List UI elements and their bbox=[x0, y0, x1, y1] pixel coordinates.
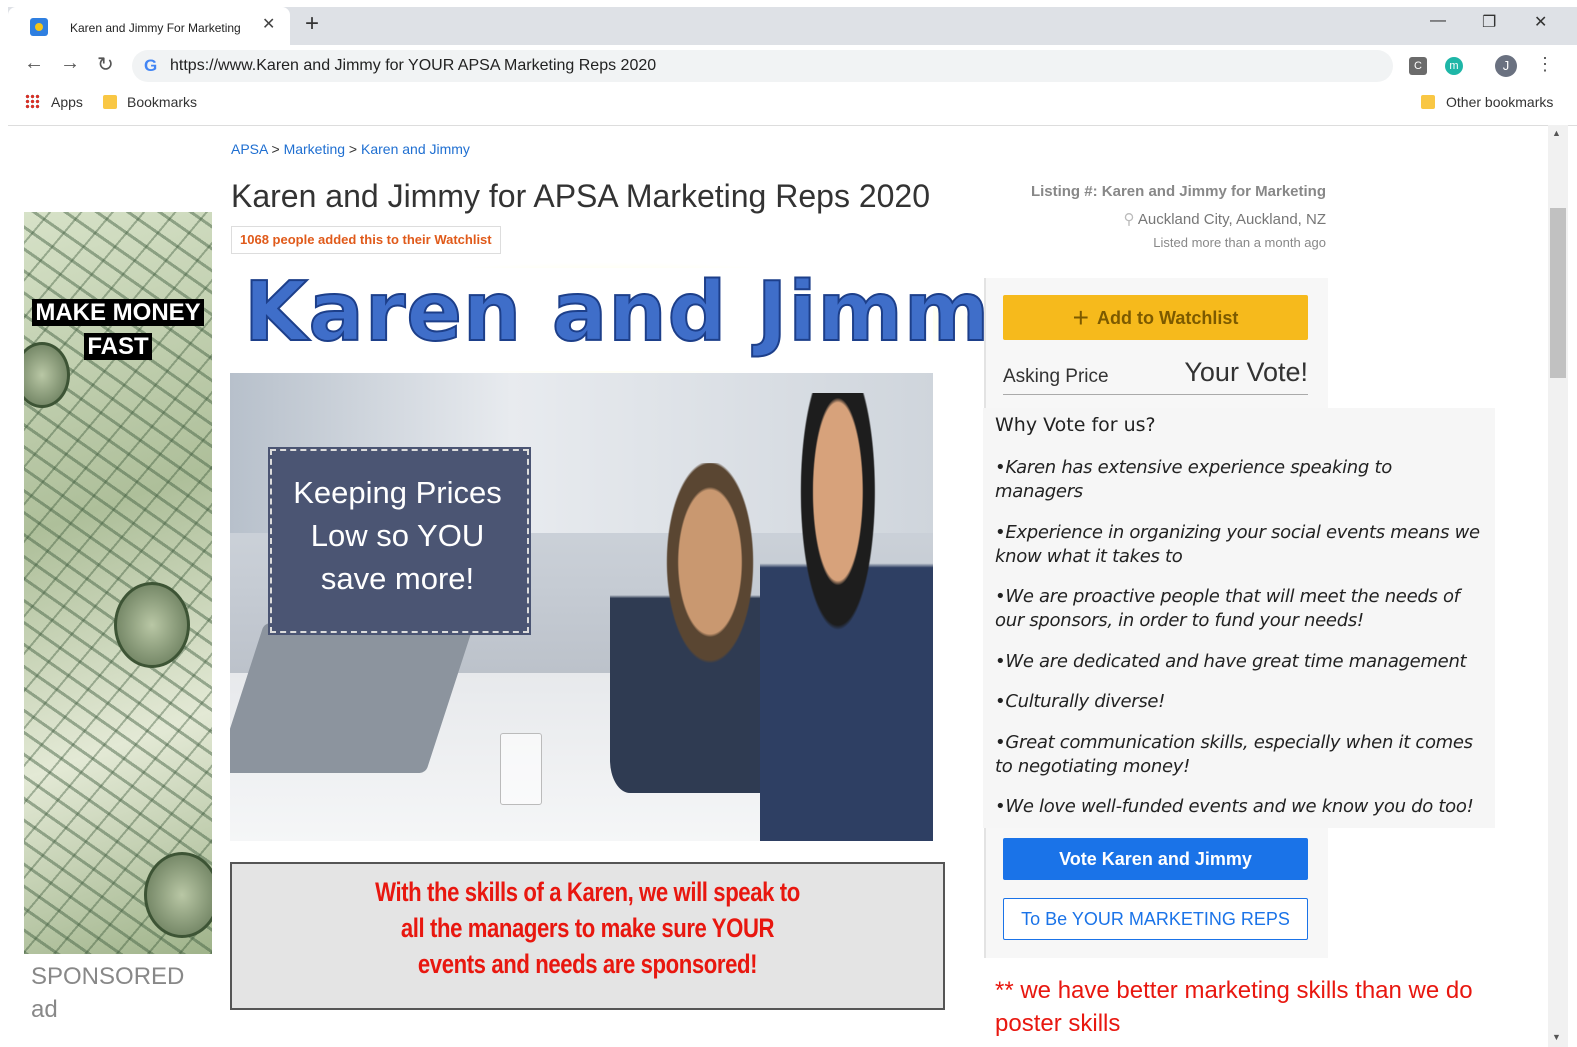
apps-bookmark[interactable]: Apps bbox=[51, 94, 83, 110]
add-to-watchlist-button[interactable]: + Add to Watchlist bbox=[1003, 295, 1308, 340]
scroll-up-icon[interactable]: ▲ bbox=[1552, 128, 1561, 138]
new-tab-button[interactable]: + bbox=[305, 10, 319, 38]
asking-price-label: Asking Price bbox=[1003, 366, 1109, 387]
watchlist-label: Add to Watchlist bbox=[1097, 308, 1239, 328]
listed-date: Listed more than a month ago bbox=[1153, 235, 1326, 250]
why-item: •Great communication skills, especially … bbox=[995, 732, 1473, 777]
breadcrumb-marketing[interactable]: Marketing bbox=[284, 141, 345, 157]
restore-icon[interactable]: ❐ bbox=[1482, 12, 1496, 32]
vote-button[interactable]: Vote Karen and Jimmy bbox=[1003, 838, 1308, 880]
ad-headline-line1: MAKE MONEY bbox=[32, 299, 204, 326]
why-item: •We are dedicated and have great time ma… bbox=[995, 651, 1467, 672]
breadcrumb-separator: > bbox=[348, 141, 358, 157]
slogan-line-2: all the managers to make sure YOUR bbox=[400, 913, 775, 943]
ad-headline-line2: FAST bbox=[84, 333, 152, 360]
asking-price-value: Your Vote! bbox=[1184, 357, 1308, 387]
apps-grid-icon[interactable] bbox=[25, 94, 40, 109]
why-item: •Culturally diverse! bbox=[995, 691, 1166, 712]
close-window-icon[interactable]: ✕ bbox=[1534, 12, 1547, 32]
price-line-1: Keeping Prices bbox=[293, 475, 502, 510]
breadcrumb-apsa[interactable]: APSA bbox=[231, 141, 268, 157]
google-icon: G bbox=[144, 56, 158, 75]
scrollbar-thumb[interactable] bbox=[1550, 208, 1566, 378]
why-vote-title: Why Vote for us? bbox=[995, 414, 1156, 436]
profile-avatar[interactable]: J bbox=[1495, 55, 1517, 77]
slogan-line-1: With the skills of a Karen, we will spea… bbox=[375, 877, 800, 907]
tab-title[interactable]: Karen and Jimmy For Marketing bbox=[70, 21, 241, 35]
listing-number: Listing #: Karen and Jimmy for Marketing bbox=[1030, 183, 1326, 200]
price-line-3: save more! bbox=[320, 561, 475, 596]
location-text: Auckland City, Auckland, NZ bbox=[1137, 211, 1326, 228]
glass-image bbox=[500, 733, 542, 805]
minimize-icon[interactable]: — bbox=[1430, 12, 1446, 30]
watchlist-count-badge: 1068 people added this to their Watchlis… bbox=[231, 226, 501, 254]
why-item: •We love well-funded events and we know … bbox=[995, 796, 1474, 817]
extension-m-icon[interactable]: m bbox=[1445, 57, 1463, 75]
marketing-reps-button[interactable]: To Be YOUR MARKETING REPS bbox=[1003, 898, 1308, 940]
breadcrumb: APSA > Marketing > Karen and Jimmy bbox=[231, 141, 470, 157]
ad-headline: MAKE MONEY FAST bbox=[24, 296, 212, 364]
bill-portrait-image bbox=[114, 582, 190, 668]
reload-icon[interactable]: ↻ bbox=[97, 52, 114, 77]
poster-logo-text: Karen and Jimmy bbox=[243, 264, 1045, 361]
listing-location: ⚲ Auckland City, Auckland, NZ bbox=[970, 210, 1326, 228]
breadcrumb-karen-jimmy[interactable]: Karen and Jimmy bbox=[361, 141, 470, 157]
why-item: •We are proactive people that will meet … bbox=[995, 586, 1460, 631]
url-text[interactable]: https://www.Karen and Jimmy for YOUR APS… bbox=[170, 57, 656, 75]
slogan-text: With the skills of a Karen, we will spea… bbox=[296, 874, 879, 982]
scroll-down-icon[interactable]: ▼ bbox=[1552, 1032, 1561, 1042]
breadcrumb-separator: > bbox=[271, 141, 280, 157]
favicon-icon bbox=[30, 18, 48, 36]
extension-c-icon[interactable]: C bbox=[1409, 57, 1427, 75]
forward-icon[interactable]: → bbox=[60, 52, 80, 75]
page-title: Karen and Jimmy for APSA Marketing Reps … bbox=[231, 178, 931, 214]
menu-icon[interactable]: ⋮ bbox=[1536, 54, 1554, 75]
divider bbox=[1003, 394, 1308, 395]
price-callout-text: Keeping Prices Low so YOU save more! bbox=[270, 471, 525, 600]
bill-portrait-image bbox=[144, 852, 212, 938]
plus-icon: + bbox=[1072, 302, 1090, 333]
sponsored-ad-banner[interactable]: MAKE MONEY FAST bbox=[24, 212, 212, 954]
location-pin-icon: ⚲ bbox=[1123, 211, 1135, 228]
close-tab-icon[interactable]: ✕ bbox=[262, 14, 275, 34]
sponsored-label-line2: ad bbox=[31, 996, 58, 1023]
why-item: •Karen has extensive experience speaking… bbox=[995, 457, 1392, 502]
why-item: •Experience in organizing your social ev… bbox=[995, 522, 1480, 567]
man-photo bbox=[760, 393, 933, 841]
folder-icon bbox=[103, 95, 117, 109]
back-icon[interactable]: ← bbox=[24, 52, 44, 75]
other-bookmarks[interactable]: Other bookmarks bbox=[1446, 94, 1553, 110]
folder-icon bbox=[1421, 95, 1435, 109]
bookmarks-folder[interactable]: Bookmarks bbox=[127, 94, 197, 110]
price-line-2: Low so YOU bbox=[310, 518, 485, 553]
slogan-line-3: events and needs are sponsored! bbox=[417, 949, 758, 979]
sponsored-label: SPONSORED ad bbox=[31, 960, 191, 1026]
sponsored-label-line1: SPONSORED bbox=[31, 963, 185, 990]
footnote: ** we have better marketing skills than … bbox=[995, 977, 1473, 1037]
